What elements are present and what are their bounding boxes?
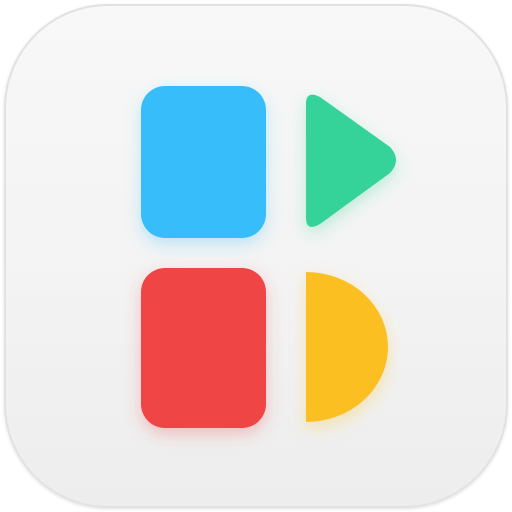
red-rounded-rectangle-shape: [141, 268, 266, 428]
app-icon-logo: [141, 86, 396, 428]
app-icon[interactable]: [0, 0, 512, 512]
yellow-half-circle-shape: [306, 272, 388, 422]
green-triangle-shape: [306, 94, 396, 227]
blue-rounded-rectangle-shape: [141, 86, 266, 238]
